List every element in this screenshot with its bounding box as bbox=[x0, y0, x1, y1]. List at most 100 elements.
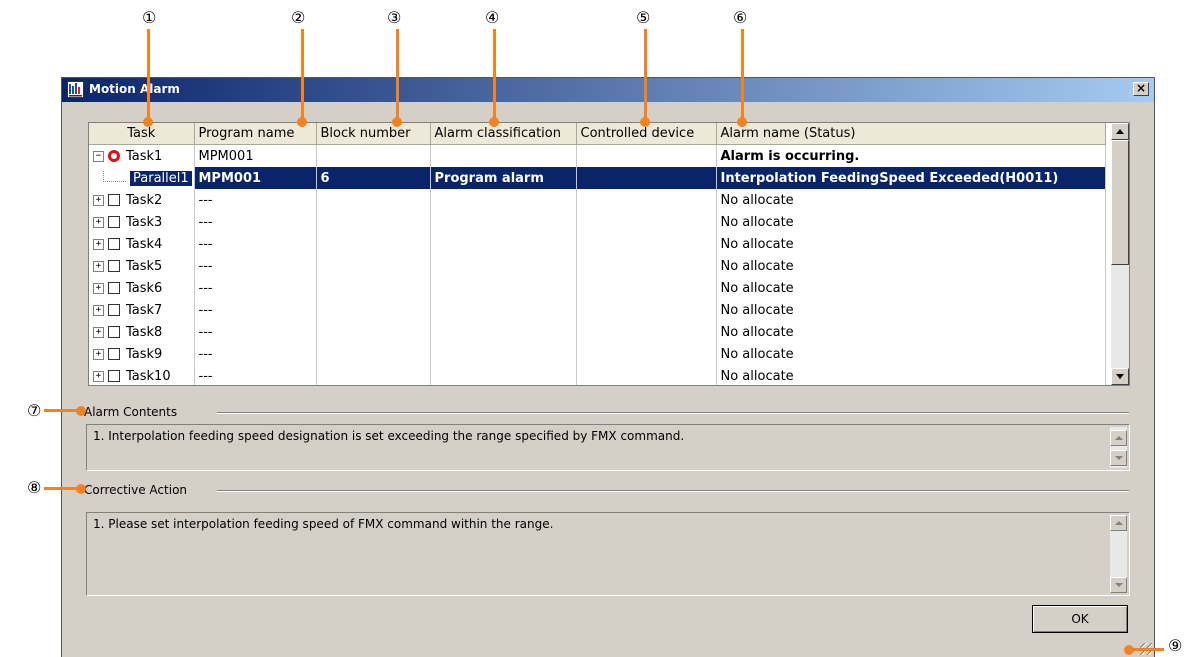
alarm-status-cell: No allocate bbox=[716, 189, 1106, 211]
task-cell[interactable]: + Task8 bbox=[89, 321, 195, 343]
column-header-alarm-classification[interactable]: Alarm classification bbox=[430, 123, 577, 145]
checkbox-icon[interactable] bbox=[108, 238, 120, 250]
column-header-alarm-name-status[interactable]: Alarm name (Status) bbox=[716, 123, 1106, 145]
callout-2: ② bbox=[291, 8, 306, 27]
callout-9: ⑨ bbox=[1168, 636, 1183, 655]
callout-3: ③ bbox=[387, 8, 402, 27]
alarm-status-cell: No allocate bbox=[716, 233, 1106, 255]
table-row[interactable]: Parallel1 MPM001 6 Program alarm Interpolati… bbox=[89, 167, 1106, 189]
table-row[interactable]: + Task10 --- No allocate bbox=[89, 365, 1106, 385]
expand-icon[interactable]: + bbox=[93, 260, 104, 272]
scroll-down-icon[interactable] bbox=[1111, 368, 1129, 385]
task-name: Task1 bbox=[126, 148, 163, 164]
alarm-contents-text[interactable]: 1. Interpolation feeding speed designati… bbox=[86, 424, 1130, 471]
task-cell[interactable]: + Task7 bbox=[89, 299, 195, 321]
scroll-down-icon[interactable] bbox=[1110, 450, 1127, 466]
motion-alarm-dialog: Motion Alarm × Task Program name Block n… bbox=[61, 77, 1155, 657]
task-name: Task10 bbox=[126, 368, 171, 384]
checkbox-icon[interactable] bbox=[108, 326, 120, 338]
scroll-up-icon[interactable] bbox=[1110, 515, 1127, 531]
callout-9-dot bbox=[1124, 645, 1134, 655]
expand-icon[interactable]: + bbox=[93, 326, 104, 338]
scroll-up-icon[interactable] bbox=[1110, 430, 1127, 446]
expand-icon[interactable]: + bbox=[93, 238, 104, 250]
task-name: Task4 bbox=[126, 236, 163, 252]
corrective-action-text[interactable]: 1. Please set interpolation feeding spee… bbox=[86, 512, 1130, 596]
alarm-contents-label: Alarm Contents bbox=[84, 405, 178, 419]
task-cell[interactable]: Parallel1 bbox=[89, 167, 195, 189]
grid-header-row: Task Program name Block number Alarm cla… bbox=[89, 123, 1106, 145]
expand-icon[interactable]: + bbox=[93, 216, 104, 228]
block-number-cell bbox=[316, 211, 431, 233]
title-bar[interactable]: Motion Alarm × bbox=[62, 78, 1154, 102]
callout-2-dot bbox=[297, 117, 307, 127]
task-cell[interactable]: − Task1 bbox=[89, 144, 195, 167]
table-row[interactable]: + Task5 --- No allocate bbox=[89, 255, 1106, 277]
checkbox-icon[interactable] bbox=[108, 304, 120, 316]
controlled-device-cell bbox=[576, 167, 717, 189]
controlled-device-cell bbox=[576, 343, 717, 365]
column-header-program-name[interactable]: Program name bbox=[194, 123, 317, 145]
task-name: Task2 bbox=[126, 192, 163, 208]
checkbox-icon[interactable] bbox=[108, 282, 120, 294]
table-row[interactable]: + Task2 --- No allocate bbox=[89, 189, 1106, 211]
checkbox-icon[interactable] bbox=[108, 348, 120, 360]
program-name-cell: --- bbox=[194, 299, 317, 321]
checkbox-icon[interactable] bbox=[108, 194, 120, 206]
scroll-up-icon[interactable] bbox=[1111, 123, 1129, 140]
corrective-action-value: 1. Please set interpolation feeding spee… bbox=[93, 517, 554, 531]
corrective-action-scrollbar[interactable] bbox=[1110, 515, 1127, 593]
expand-icon[interactable]: + bbox=[93, 304, 104, 316]
expand-icon[interactable]: + bbox=[93, 348, 104, 360]
program-name-cell: MPM001 bbox=[194, 167, 317, 189]
table-row[interactable]: + Task8 --- No allocate bbox=[89, 321, 1106, 343]
callout-4: ④ bbox=[485, 8, 500, 27]
callout-6-dot bbox=[737, 117, 747, 127]
checkbox-icon[interactable] bbox=[108, 260, 120, 272]
task-cell[interactable]: + Task4 bbox=[89, 233, 195, 255]
controlled-device-cell bbox=[576, 255, 717, 277]
table-row[interactable]: + Task3 --- No allocate bbox=[89, 211, 1106, 233]
callout-1: ① bbox=[142, 8, 157, 27]
task-cell[interactable]: + Task9 bbox=[89, 343, 195, 365]
alarm-status-cell: No allocate bbox=[716, 321, 1106, 343]
column-header-task[interactable]: Task bbox=[89, 123, 195, 145]
table-row[interactable]: + Task9 --- No allocate bbox=[89, 343, 1106, 365]
block-number-cell bbox=[316, 144, 431, 167]
alarm-classification-cell bbox=[430, 365, 577, 385]
program-name-cell: --- bbox=[194, 343, 317, 365]
table-row[interactable]: + Task7 --- No allocate bbox=[89, 299, 1106, 321]
table-row[interactable]: − Task1 MPM001 Alarm is occurring. bbox=[89, 144, 1106, 167]
alarm-classification-cell: Program alarm bbox=[430, 167, 577, 189]
table-row[interactable]: + Task6 --- No allocate bbox=[89, 277, 1106, 299]
table-row[interactable]: + Task4 --- No allocate bbox=[89, 233, 1106, 255]
scroll-down-icon[interactable] bbox=[1110, 577, 1127, 593]
expand-icon[interactable]: + bbox=[93, 370, 104, 382]
task-cell[interactable]: + Task6 bbox=[89, 277, 195, 299]
grid-vertical-scrollbar[interactable] bbox=[1111, 123, 1129, 385]
expand-icon[interactable]: + bbox=[93, 194, 104, 206]
close-button[interactable]: × bbox=[1133, 82, 1149, 96]
callout-8-leader bbox=[44, 487, 80, 490]
ok-button[interactable]: OK bbox=[1032, 605, 1128, 633]
task-cell[interactable]: + Task5 bbox=[89, 255, 195, 277]
scroll-thumb[interactable] bbox=[1111, 140, 1129, 265]
task-cell[interactable]: + Task3 bbox=[89, 211, 195, 233]
alarm-classification-cell bbox=[430, 144, 577, 167]
task-cell[interactable]: + Task10 bbox=[89, 365, 195, 385]
task-cell[interactable]: + Task2 bbox=[89, 189, 195, 211]
expand-icon[interactable]: + bbox=[93, 282, 104, 294]
alarm-indicator-icon bbox=[108, 150, 120, 162]
collapse-icon[interactable]: − bbox=[93, 150, 104, 162]
window-title: Motion Alarm bbox=[89, 82, 180, 96]
task-alarm-grid[interactable]: Task Program name Block number Alarm cla… bbox=[88, 122, 1130, 386]
task-name: Task8 bbox=[126, 324, 163, 340]
alarm-contents-scrollbar[interactable] bbox=[1110, 427, 1127, 468]
block-number-cell bbox=[316, 365, 431, 385]
column-header-block-number[interactable]: Block number bbox=[316, 123, 431, 145]
checkbox-icon[interactable] bbox=[108, 370, 120, 382]
alarm-classification-cell bbox=[430, 321, 577, 343]
alarm-status-cell: No allocate bbox=[716, 365, 1106, 385]
block-number-cell bbox=[316, 321, 431, 343]
checkbox-icon[interactable] bbox=[108, 216, 120, 228]
